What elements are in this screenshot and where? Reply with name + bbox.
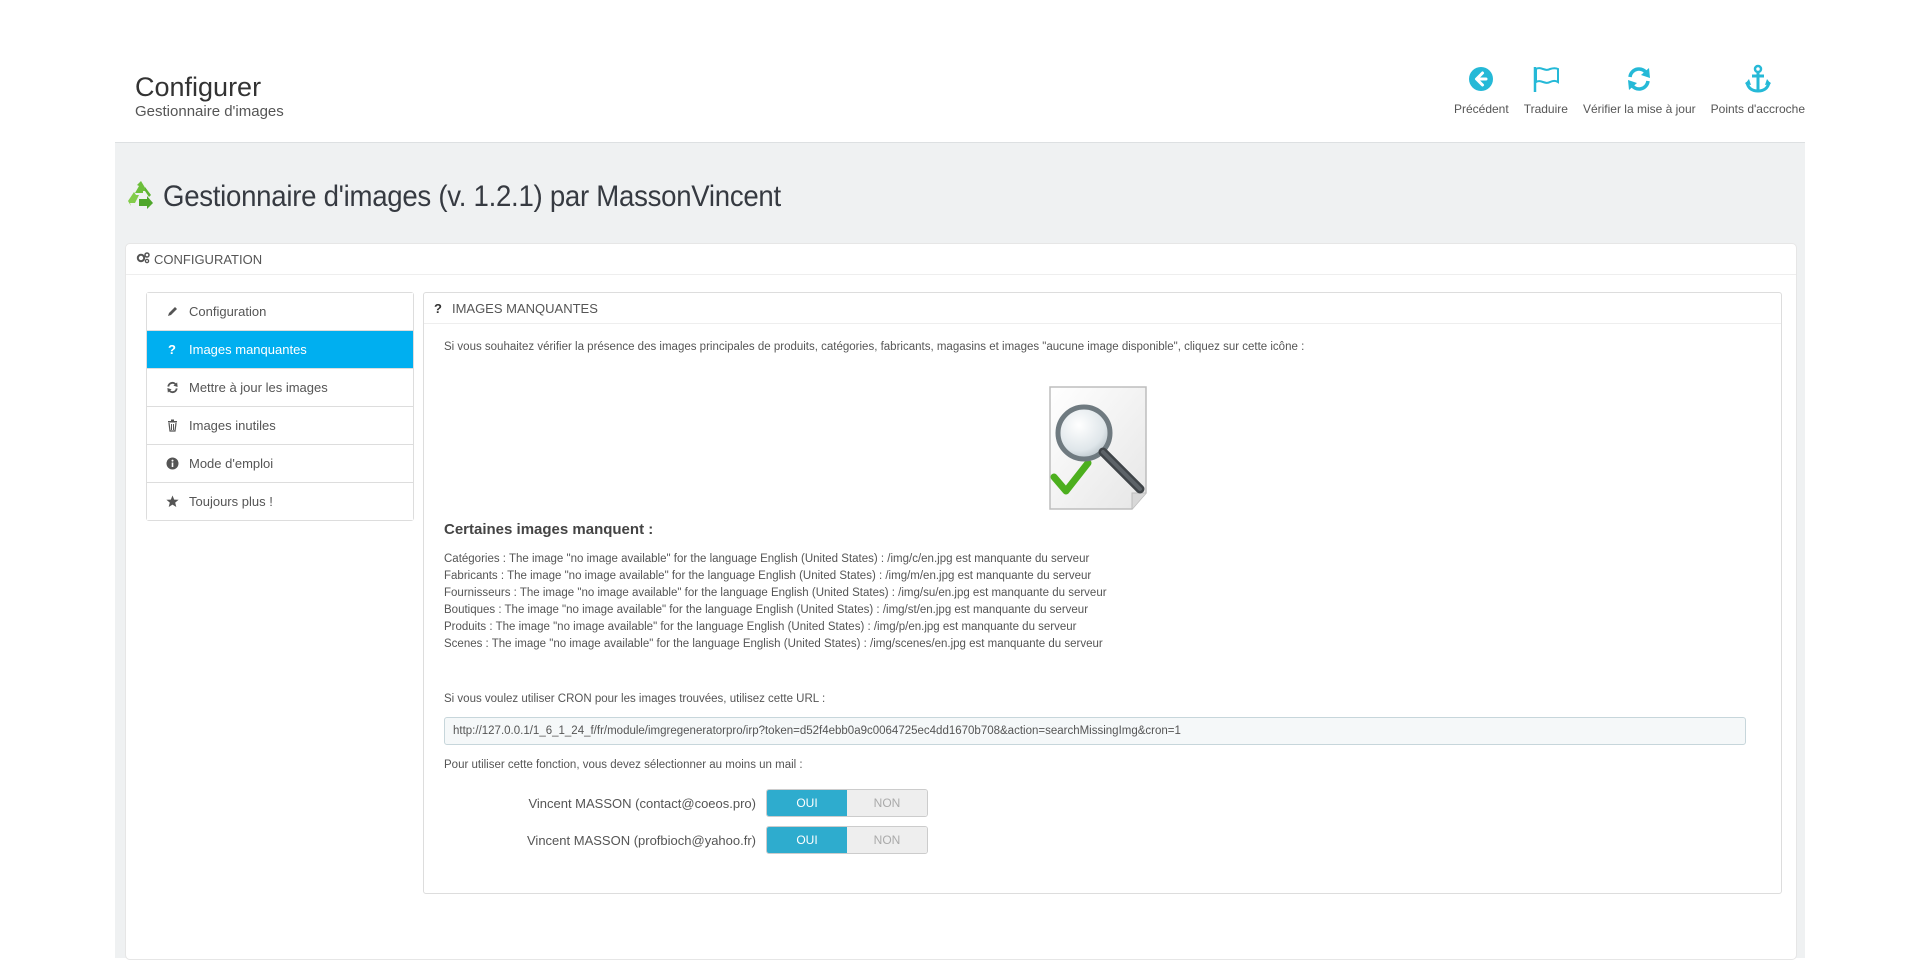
mail-name: Vincent MASSON (profbioch@yahoo.fr) xyxy=(527,832,756,848)
sidebar-item-label: Images manquantes xyxy=(189,342,307,357)
refresh-icon xyxy=(161,381,183,394)
sidebar-item-label: Toujours plus ! xyxy=(189,494,273,509)
anchor-icon xyxy=(1743,62,1773,96)
module-title: Gestionnaire d'images (v. 1.2.1) par Mas… xyxy=(125,179,835,215)
info-icon xyxy=(161,457,183,470)
list-item: Fournisseurs : The image "no image avail… xyxy=(444,587,1107,599)
sidebar: Configuration ? Images manquantes Mettre… xyxy=(146,292,414,521)
list-item: Fabricants : The image "no image availab… xyxy=(444,570,1092,582)
page-title: Configurer xyxy=(135,72,262,102)
mail-name: Vincent MASSON (contact@coeos.pro) xyxy=(528,795,756,811)
back-label: Précédent xyxy=(1453,102,1509,116)
sidebar-item-update-images[interactable]: Mettre à jour les images xyxy=(147,369,413,407)
translate-button[interactable]: Traduire xyxy=(1524,62,1568,116)
subpanel-heading: ? Images manquantes xyxy=(424,293,1781,324)
sidebar-item-label: Images inutiles xyxy=(189,418,276,433)
mail-selection-label: Pour utiliser cette fonction, vous devez… xyxy=(444,759,803,771)
toggle-yes-button[interactable]: OUI xyxy=(767,827,847,853)
check-update-button[interactable]: Vérifier la mise à jour xyxy=(1583,62,1696,116)
flag-icon xyxy=(1531,62,1561,96)
list-item: Catégories : The image "no image availab… xyxy=(444,553,1090,565)
hooks-label: Points d'accroche xyxy=(1710,102,1805,116)
mail-toggle-contact[interactable]: OUI NON xyxy=(766,789,928,817)
cron-label: Si vous voulez utiliser CRON pour les im… xyxy=(444,693,826,705)
list-item: Produits : The image "no image available… xyxy=(444,621,1077,633)
trash-icon xyxy=(161,419,183,432)
missing-images-list: Catégories : The image "no image availab… xyxy=(444,551,1107,653)
hooks-button[interactable]: Points d'accroche xyxy=(1711,62,1805,116)
arrow-circle-left-icon xyxy=(1467,62,1495,96)
toggle-yes-button[interactable]: OUI xyxy=(767,790,847,816)
cron-url-field[interactable]: http://127.0.0.1/1_6_1_24_f/fr/module/im… xyxy=(444,717,1746,745)
sidebar-item-label: Mettre à jour les images xyxy=(189,380,328,395)
check-update-label: Vérifier la mise à jour xyxy=(1582,102,1696,116)
toolbar: Précédent Traduire Vérifier la mise à jo… xyxy=(1439,62,1805,116)
sidebar-item-always-more[interactable]: Toujours plus ! xyxy=(147,483,413,520)
question-icon: ? xyxy=(168,342,176,357)
configuration-panel: Configuration Configuration ? Images man… xyxy=(125,243,1797,960)
missing-images-title: Certaines images manquent : xyxy=(444,521,654,538)
toggle-no-button[interactable]: NON xyxy=(847,790,927,816)
list-item: Boutiques : The image "no image availabl… xyxy=(444,604,1089,616)
mail-row-contact: Vincent MASSON (contact@coeos.pro) OUI N… xyxy=(444,789,1144,817)
sidebar-item-label: Mode d'emploi xyxy=(189,456,274,471)
sidebar-item-missing-images[interactable]: ? Images manquantes xyxy=(147,331,413,369)
panel-heading: Configuration xyxy=(126,244,1796,275)
sidebar-item-configuration[interactable]: Configuration xyxy=(147,293,413,331)
back-button[interactable]: Précédent xyxy=(1454,62,1509,116)
mail-row-profbioch: Vincent MASSON (profbioch@yahoo.fr) OUI … xyxy=(444,826,1144,854)
subpanel-heading-label: Images manquantes xyxy=(451,300,598,316)
recycle-icon xyxy=(125,179,157,215)
sidebar-item-useless-images[interactable]: Images inutiles xyxy=(147,407,413,445)
sidebar-item-user-guide[interactable]: Mode d'emploi xyxy=(147,445,413,483)
module-title-text: Gestionnaire d'images (v. 1.2.1) par Mas… xyxy=(163,180,781,213)
translate-label: Traduire xyxy=(1523,102,1568,116)
mail-toggle-profbioch[interactable]: OUI NON xyxy=(766,826,928,854)
content-area: Gestionnaire d'images (v. 1.2.1) par Mas… xyxy=(115,142,1805,960)
pencil-icon xyxy=(161,305,183,318)
list-item: Scenes : The image "no image available" … xyxy=(444,638,1103,650)
refresh-icon xyxy=(1625,62,1653,96)
breadcrumb: Gestionnaire d'images xyxy=(135,103,284,120)
sidebar-item-label: Configuration xyxy=(189,304,267,319)
star-icon xyxy=(161,495,183,508)
cogs-icon xyxy=(136,251,150,267)
search-missing-images-icon[interactable] xyxy=(1044,385,1152,517)
toggle-no-button[interactable]: NON xyxy=(847,827,927,853)
intro-text: Si vous souhaitez vérifier la présence d… xyxy=(444,341,1305,353)
panel-heading-label: Configuration xyxy=(154,251,263,267)
missing-images-panel: ? Images manquantes Si vous souhaitez vé… xyxy=(423,292,1782,894)
question-icon: ? xyxy=(434,300,442,316)
page-header: Configurer Gestionnaire d'images Précéde… xyxy=(115,0,1805,142)
